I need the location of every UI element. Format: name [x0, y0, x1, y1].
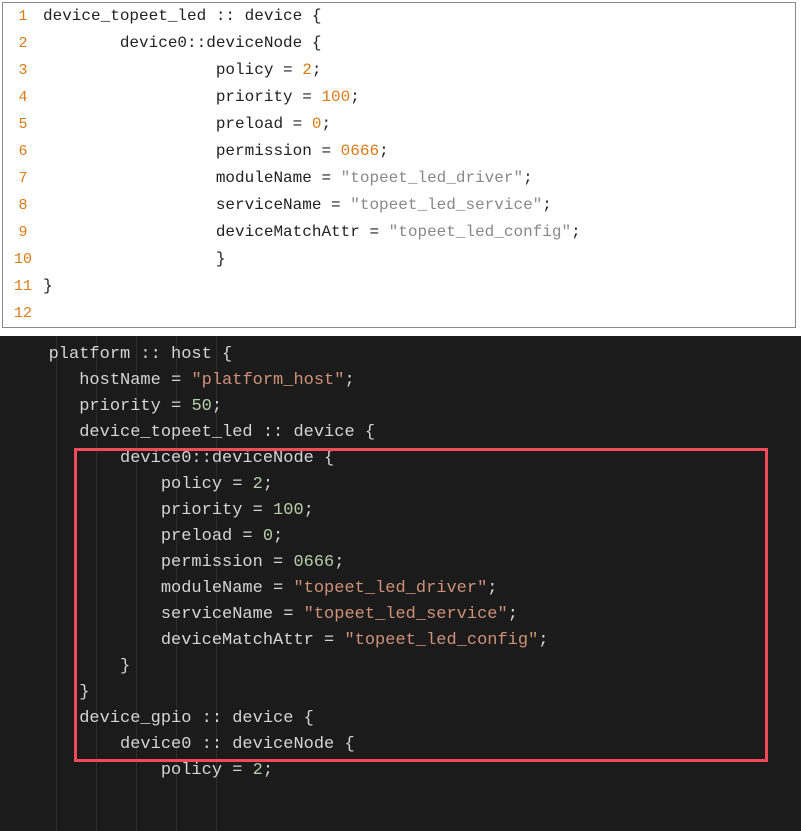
- code-line: moduleName = "topeet_led_driver";: [18, 576, 801, 602]
- line-number: 5: [3, 111, 43, 138]
- code-line: hostName = "platform_host";: [18, 368, 801, 394]
- line-number: 12: [3, 300, 43, 327]
- light-gutter: 123456789101112: [3, 3, 44, 328]
- code-line: priority = 100;: [43, 84, 795, 111]
- code-line: device0::deviceNode {: [43, 30, 795, 57]
- code-line: preload = 0;: [18, 524, 801, 550]
- line-number: 11: [3, 273, 43, 300]
- code-line: permission = 0666;: [43, 138, 795, 165]
- code-line: deviceMatchAttr = "topeet_led_config";: [18, 628, 801, 654]
- code-line: serviceName = "topeet_led_service";: [43, 192, 795, 219]
- code-line: platform :: host {: [18, 342, 801, 368]
- code-line: }: [18, 654, 801, 680]
- line-number: 1: [3, 3, 43, 30]
- dark-code: platform :: host { hostName = "platform_…: [18, 342, 801, 784]
- line-number: 8: [3, 192, 43, 219]
- code-line: device_topeet_led :: device {: [43, 3, 795, 30]
- code-line: device0 :: deviceNode {: [18, 732, 801, 758]
- code-line: }: [43, 246, 795, 273]
- line-number: 4: [3, 84, 43, 111]
- code-line: device_gpio :: device {: [18, 706, 801, 732]
- code-line: moduleName = "topeet_led_driver";: [43, 165, 795, 192]
- line-number: 3: [3, 57, 43, 84]
- code-line: device_topeet_led :: device {: [18, 420, 801, 446]
- line-number: 9: [3, 219, 43, 246]
- light-code: device_topeet_led :: device { device0::d…: [43, 3, 796, 328]
- code-line: }: [43, 273, 795, 300]
- line-number: 7: [3, 165, 43, 192]
- code-line: permission = 0666;: [18, 550, 801, 576]
- code-line: policy = 2;: [43, 57, 795, 84]
- code-line: serviceName = "topeet_led_service";: [18, 602, 801, 628]
- code-line: policy = 2;: [18, 472, 801, 498]
- line-number: 10: [3, 246, 43, 273]
- code-line: priority = 50;: [18, 394, 801, 420]
- code-line: preload = 0;: [43, 111, 795, 138]
- line-number: 2: [3, 30, 43, 57]
- dark-code-editor: platform :: host { hostName = "platform_…: [0, 336, 801, 831]
- light-code-block: 123456789101112 device_topeet_led :: dev…: [2, 2, 796, 328]
- code-line: }: [18, 680, 801, 706]
- code-line: deviceMatchAttr = "topeet_led_config";: [43, 219, 795, 246]
- code-line: policy = 2;: [18, 758, 801, 784]
- code-line: device0::deviceNode {: [18, 446, 801, 472]
- code-line: priority = 100;: [18, 498, 801, 524]
- line-number: 6: [3, 138, 43, 165]
